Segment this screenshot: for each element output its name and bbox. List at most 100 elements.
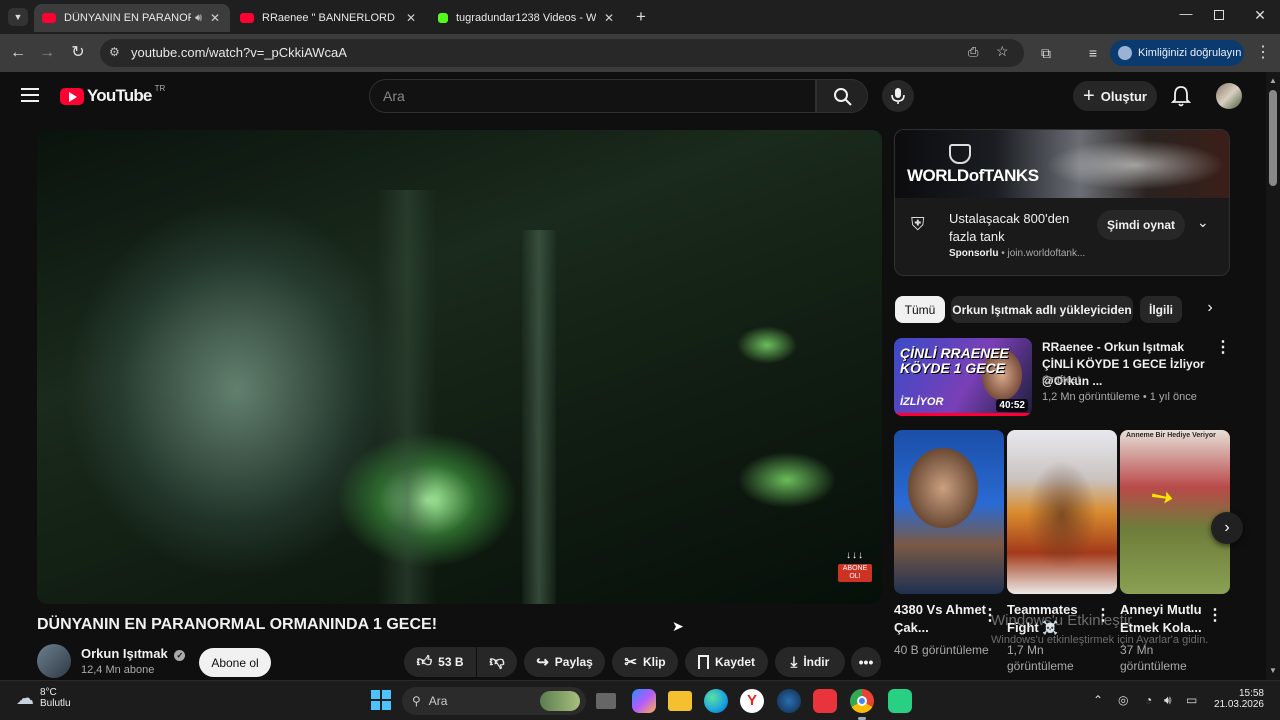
plus-icon: + xyxy=(1083,84,1095,107)
browser-menu-icon[interactable]: ⋮ xyxy=(1252,42,1274,64)
tab-search-button[interactable]: ▼ xyxy=(8,8,28,26)
notifications-bell-icon[interactable] xyxy=(1170,84,1192,108)
wifi-icon[interactable]: ◔ xyxy=(1145,693,1152,707)
forward-button[interactable]: → xyxy=(36,42,58,64)
tab-kick[interactable]: tugradundar1238 Videos - Watch ✕ xyxy=(430,4,624,32)
search-highlight-icon xyxy=(540,691,580,711)
clock[interactable]: 15:58 21.03.2026 xyxy=(1212,688,1264,710)
steam-icon[interactable] xyxy=(777,689,801,713)
green-app-icon[interactable] xyxy=(888,689,912,713)
chip-related[interactable]: İlgili xyxy=(1140,296,1182,323)
scroll-up-arrow-icon[interactable]: ▲ xyxy=(1269,76,1277,85)
ad-play-now-button[interactable]: Şimdi oynat xyxy=(1097,210,1185,240)
bookmark-icon xyxy=(697,655,709,669)
media-controls-icon[interactable]: ≡ xyxy=(1082,42,1104,64)
video-player[interactable]: ↓↓↓ ABONE OL! xyxy=(37,130,882,604)
tab-youtube-video[interactable]: DÜNYANIN EN PARANORMAL 🔊︎ ✕ xyxy=(34,4,230,32)
arrow-icon: ➘ xyxy=(1143,477,1181,516)
chevron-down-icon[interactable]: ⌄ xyxy=(1197,214,1209,231)
short-views: 37 Mn görüntüleme xyxy=(1120,643,1187,673)
youtube-header: YouTube TR + Oluştur xyxy=(0,72,1266,122)
yandex-icon[interactable]: Y xyxy=(740,689,764,713)
shorts-next-button[interactable]: › xyxy=(1211,512,1243,544)
channel-avatar[interactable] xyxy=(37,644,71,678)
like-button[interactable]: 👍︎ 53 B xyxy=(404,647,476,677)
short-title[interactable]: Anneyi Mutlu Etmek Kola... xyxy=(1120,601,1216,637)
file-explorer-icon[interactable] xyxy=(668,691,692,711)
video-title: DÜNYANIN EN PARANORMAL ORMANINDA 1 GECE! xyxy=(37,616,438,633)
profile-chip[interactable]: Kimliğinizi doğrulayın xyxy=(1110,40,1244,66)
chevron-right-icon[interactable]: › xyxy=(1200,299,1220,317)
install-app-icon[interactable]: ⎙ xyxy=(968,44,978,60)
ad-banner[interactable]: WORLDofTANKS xyxy=(895,130,1229,198)
dislike-button[interactable]: 👎︎ xyxy=(477,647,517,677)
clock-time: 15:58 xyxy=(1238,688,1264,699)
scrollbar-thumb[interactable] xyxy=(1269,90,1277,186)
weather-widget[interactable]: ☁ 8°C Bulutlu xyxy=(16,687,71,709)
more-vertical-icon[interactable]: ⋮ xyxy=(1207,606,1223,626)
more-actions-button[interactable]: ••• xyxy=(851,647,881,677)
back-button[interactable]: ← xyxy=(7,42,29,64)
chip-from-uploader[interactable]: Orkun Işıtmak adlı yükleyiciden xyxy=(951,296,1133,323)
search-button[interactable] xyxy=(816,79,868,113)
red-app-icon[interactable] xyxy=(813,689,837,713)
site-info-icon[interactable]: ⚙ xyxy=(109,45,120,59)
search-input[interactable] xyxy=(383,88,803,104)
tab-close-icon[interactable]: ✕ xyxy=(404,11,418,25)
create-button[interactable]: + Oluştur xyxy=(1073,81,1157,111)
wot-logo-icon: ⛨ xyxy=(911,214,925,234)
share-button[interactable]: ↪ Paylaş xyxy=(524,647,605,677)
recommended-channel[interactable]: Craftest xyxy=(1042,374,1081,386)
short-title[interactable]: 4380 Vs Ahmet Çak... xyxy=(894,601,990,637)
chip-all[interactable]: Tümü xyxy=(895,296,945,323)
page-scrollbar[interactable]: ▲ ▼ xyxy=(1266,72,1280,680)
download-button[interactable]: ⤓ İndir xyxy=(775,647,845,677)
verified-badge-icon: ✓ xyxy=(174,650,186,661)
edge-icon[interactable] xyxy=(704,689,728,713)
save-button[interactable]: Kaydet xyxy=(685,647,768,677)
extensions-icon[interactable]: ⧉ xyxy=(1035,42,1057,64)
volume-icon[interactable]: 🔊︎ xyxy=(1164,693,1172,708)
ad-title[interactable]: Ustalaşacak 800'den fazla tank xyxy=(949,210,1099,246)
chrome-icon[interactable] xyxy=(850,689,874,720)
tab-close-icon[interactable]: ✕ xyxy=(208,11,222,25)
recommended-thumbnail[interactable]: ÇİNLİ RRAENEE KÖYDE 1 GECE İZLİYOR 40:52 xyxy=(894,338,1032,416)
address-bar[interactable]: ⚙ youtube.com/watch?v=_pCkkiAWcaA ⎙ ☆ xyxy=(100,39,1024,67)
youtube-logo[interactable]: YouTube TR xyxy=(60,84,165,106)
tray-app-icon[interactable]: ◎ xyxy=(1118,693,1128,707)
short-thumbnail[interactable] xyxy=(894,430,1004,594)
user-avatar[interactable] xyxy=(1216,83,1242,109)
close-window-button[interactable]: ✕ xyxy=(1252,7,1268,24)
short-thumbnail[interactable] xyxy=(1007,430,1117,594)
share-arrow-icon: ↪ xyxy=(536,654,549,671)
new-tab-button[interactable]: + xyxy=(632,7,650,27)
scissors-icon: ✂ xyxy=(624,654,637,671)
short-thumbnail[interactable]: Anneme Bir Hediye Veriyor ➘ xyxy=(1120,430,1230,594)
scroll-down-arrow-icon[interactable]: ▼ xyxy=(1269,666,1277,675)
tab-rraenee[interactable]: RRaenee " BANNERLORD KOMİ ✕ xyxy=(232,4,426,32)
minimize-button[interactable]: — xyxy=(1176,6,1196,21)
voice-search-button[interactable] xyxy=(882,80,914,112)
copilot-icon[interactable] xyxy=(632,689,656,713)
hamburger-menu-icon[interactable] xyxy=(21,88,39,102)
duration-badge: 40:52 xyxy=(996,399,1028,412)
short-views: 40 B görüntüleme xyxy=(894,643,989,657)
like-count: 53 B xyxy=(438,655,464,669)
tab-close-icon[interactable]: ✕ xyxy=(602,11,616,25)
channel-name[interactable]: Orkun Işıtmak ✓ xyxy=(81,646,186,661)
clip-button[interactable]: ✂ Klip xyxy=(612,647,678,677)
battery-icon[interactable]: ▭ xyxy=(1186,693,1197,707)
sponsored-ad-card[interactable]: WORLDofTANKS ⛨ Ustalaşacak 800'den fazla… xyxy=(894,129,1230,276)
windows-taskbar: ☁ 8°C Bulutlu ⚲ Ara Y ⌃ ◎ ◔ 🔊︎ ▭ 15:58 2… xyxy=(0,680,1280,720)
tab-title: tugradundar1238 Videos - Watch xyxy=(456,12,596,24)
task-view-icon[interactable] xyxy=(596,693,616,709)
reload-button[interactable]: ↻ xyxy=(67,42,89,64)
maximize-button[interactable] xyxy=(1214,10,1224,20)
taskbar-search[interactable]: ⚲ Ara xyxy=(402,687,586,715)
bookmark-star-icon[interactable]: ☆ xyxy=(996,43,1009,60)
windows-start-icon[interactable] xyxy=(370,689,394,713)
thumbnail-figure xyxy=(908,448,978,528)
more-vertical-icon[interactable]: ⋮ xyxy=(1215,338,1231,358)
show-hidden-icons-icon[interactable]: ⌃ xyxy=(1093,693,1103,707)
subscribe-button[interactable]: Abone ol xyxy=(199,648,271,677)
